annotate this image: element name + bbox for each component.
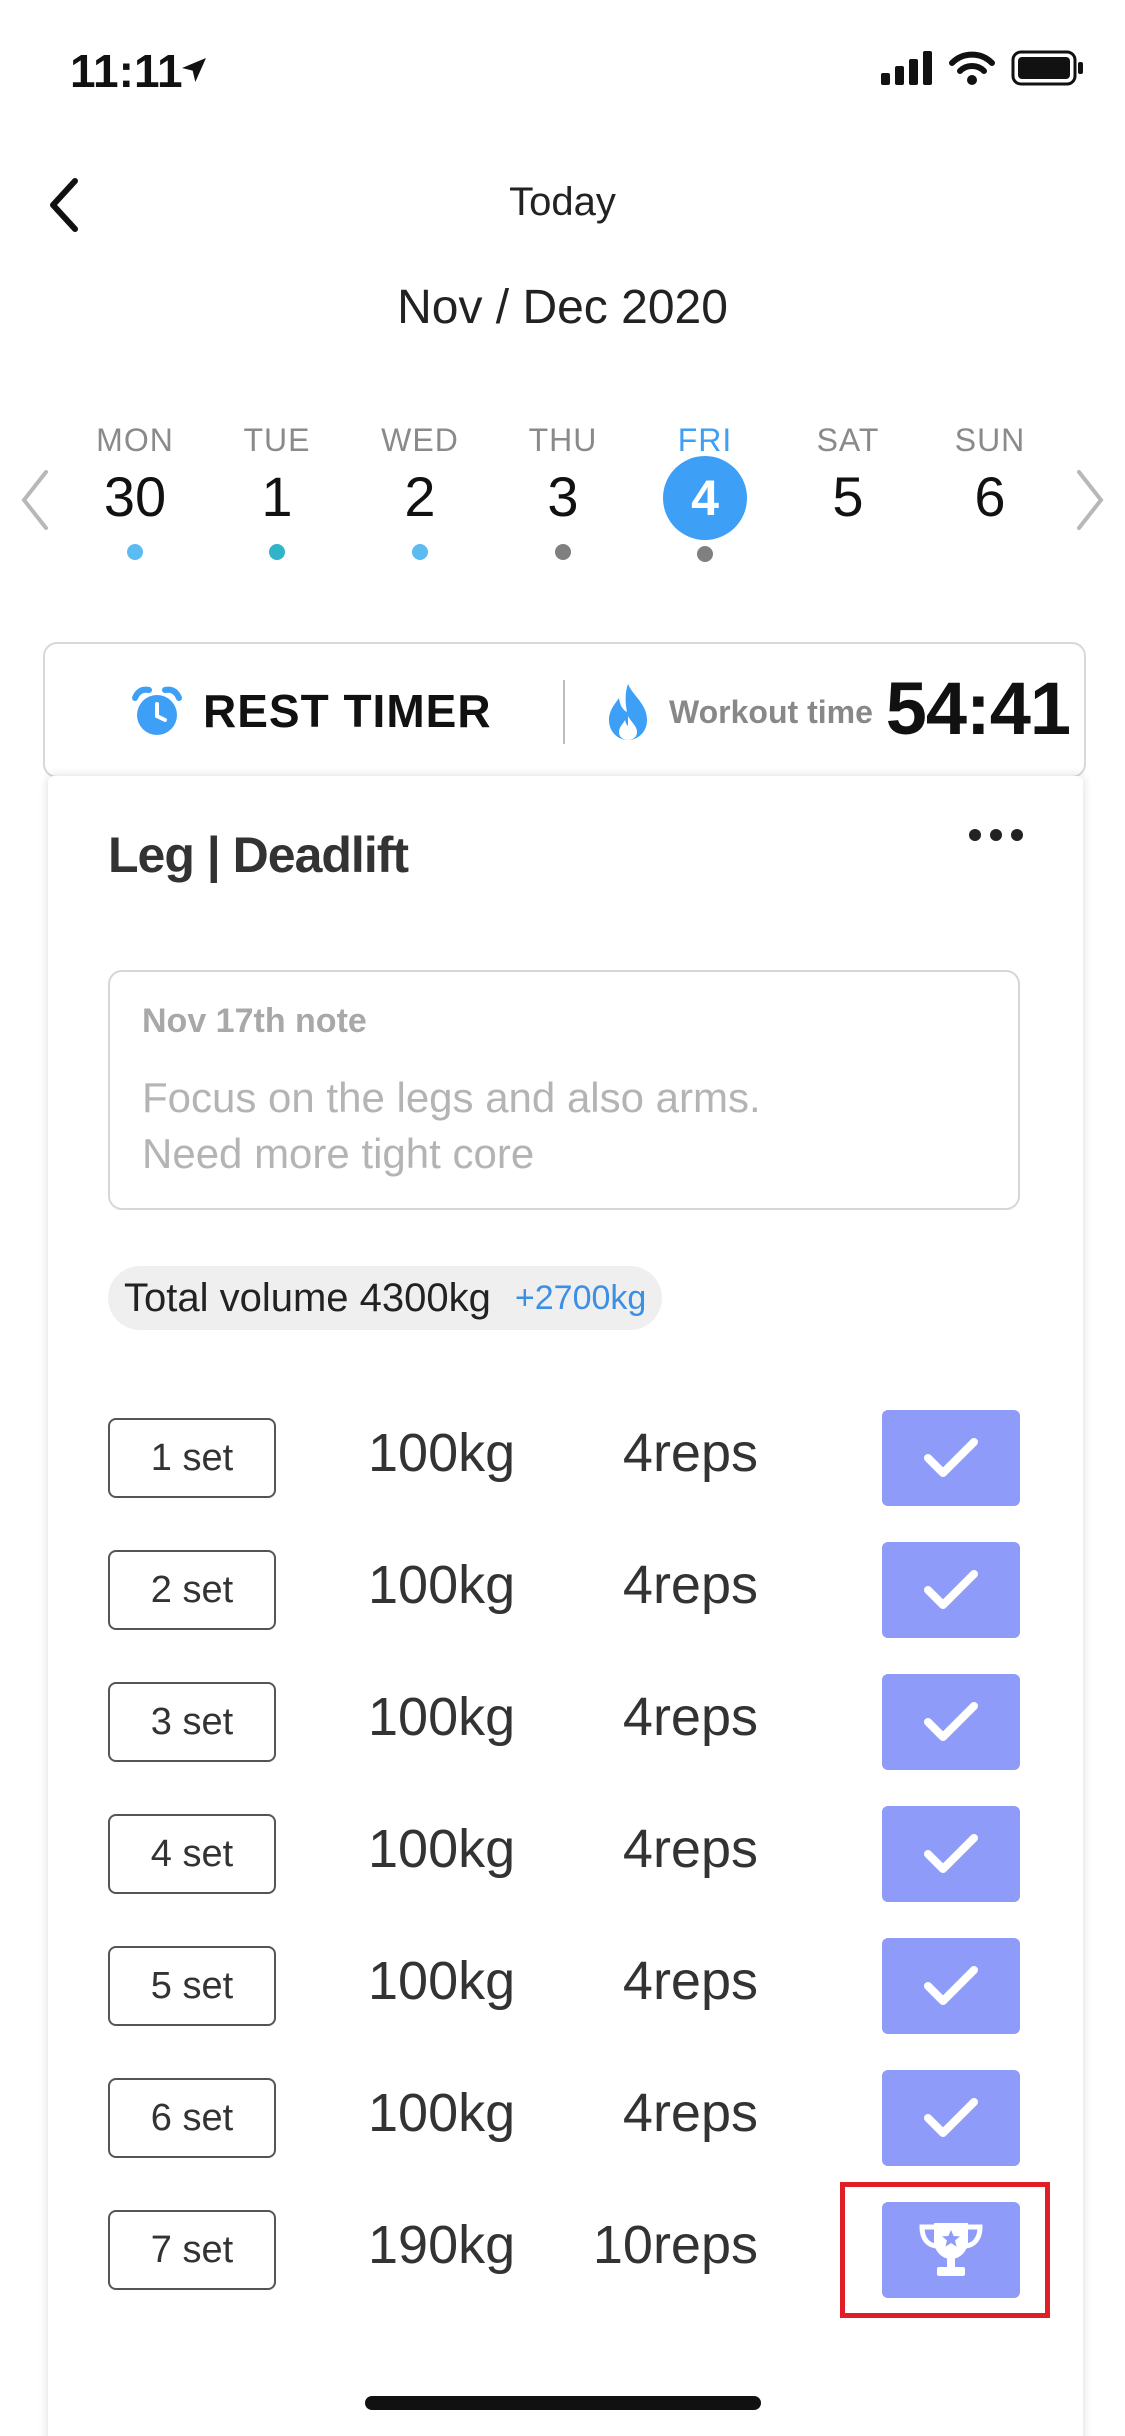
activity-dot <box>127 544 143 560</box>
day-fri-selected[interactable]: FRI 4 <box>650 420 760 570</box>
check-icon <box>924 1570 978 1609</box>
chevron-right-icon <box>1077 470 1104 530</box>
set-row: 1 set 100kg 4reps <box>108 1410 1020 1506</box>
timer-bar: REST TIMER Workout time 54:41 <box>43 642 1086 778</box>
volume-diff: +2700kg <box>514 1278 647 1317</box>
set-complete-button[interactable] <box>882 1410 1020 1506</box>
day-tue[interactable]: TUE 1 <box>222 420 332 570</box>
set-label[interactable]: 6 set <box>108 2078 276 2158</box>
total-volume-label: Total volume 4300kg <box>124 1275 491 1320</box>
exercise-card: Leg | Deadlift Nov 17th note Focus on th… <box>48 776 1083 2436</box>
day-number: 2 <box>404 465 436 528</box>
check-icon <box>924 1834 978 1873</box>
set-weight[interactable]: 100kg <box>368 1422 515 1484</box>
day-thu[interactable]: THU 3 <box>508 420 618 570</box>
status-bar: 11:11 <box>0 0 1125 140</box>
day-number: 6 <box>974 465 1006 528</box>
activity-dot <box>697 546 713 562</box>
flame-icon <box>609 684 647 740</box>
set-weight[interactable]: 100kg <box>368 1686 515 1748</box>
activity-dot <box>555 544 571 560</box>
note-line: Focus on the legs and also arms. <box>142 1074 761 1121</box>
set-weight[interactable]: 100kg <box>368 1950 515 2012</box>
more-options-button[interactable] <box>961 820 1031 850</box>
total-volume-badge: Total volume 4300kg +2700kg <box>108 1266 663 1330</box>
day-name: MON <box>96 422 174 458</box>
day-sat[interactable]: SAT 5 <box>793 420 903 570</box>
next-week-button[interactable] <box>1060 460 1120 540</box>
home-indicator[interactable] <box>365 2396 761 2410</box>
set-row: 5 set 100kg 4reps <box>108 1938 1020 2034</box>
set-reps[interactable]: 4reps <box>623 2082 758 2144</box>
day-name: THU <box>528 422 598 458</box>
day-sun[interactable]: SUN 6 <box>935 420 1045 570</box>
check-icon <box>924 2098 978 2137</box>
set-reps[interactable]: 4reps <box>623 1950 758 2012</box>
check-icon <box>924 1966 978 2005</box>
divider <box>563 680 565 744</box>
set-weight[interactable]: 190kg <box>368 2214 515 2276</box>
set-complete-button[interactable] <box>882 1674 1020 1770</box>
wifi-icon <box>949 51 995 85</box>
set-row: 4 set 100kg 4reps <box>108 1806 1020 1902</box>
check-icon <box>924 1702 978 1741</box>
activity-dot <box>269 544 285 560</box>
set-complete-button[interactable] <box>882 2070 1020 2166</box>
set-weight[interactable]: 100kg <box>368 1554 515 1616</box>
set-label[interactable]: 4 set <box>108 1814 276 1894</box>
set-reps[interactable]: 4reps <box>623 1554 758 1616</box>
day-wed[interactable]: WED 2 <box>365 420 475 570</box>
set-label[interactable]: 3 set <box>108 1682 276 1762</box>
set-complete-button[interactable] <box>882 1938 1020 2034</box>
location-arrow-icon <box>182 58 206 82</box>
note-text: Focus on the legs and also arms. Need mo… <box>142 1070 982 1182</box>
day-name: FRI <box>677 422 733 458</box>
chevron-left-icon <box>21 470 48 530</box>
day-name: SUN <box>954 422 1026 458</box>
set-row: 6 set 100kg 4reps <box>108 2070 1020 2166</box>
workout-time-label: Workout time <box>669 694 873 730</box>
day-number: 4 <box>663 456 747 540</box>
set-label[interactable]: 5 set <box>108 1946 276 2026</box>
set-complete-button[interactable] <box>882 1806 1020 1902</box>
set-weight[interactable]: 100kg <box>368 1818 515 1880</box>
activity-dot <box>412 544 428 560</box>
highlight-box <box>840 2182 1050 2318</box>
rest-timer-button[interactable]: REST TIMER <box>203 684 492 738</box>
workout-time-value: 54:41 <box>885 667 1071 750</box>
page-title: Today <box>509 180 616 224</box>
day-name: TUE <box>243 422 311 458</box>
week-strip: MON 30 TUE 1 WED 2 THU 3 FRI 4 SAT 5 SUN… <box>0 420 1125 580</box>
status-time: 11:11 <box>70 45 183 97</box>
note-line: Need more tight core <box>142 1130 535 1177</box>
day-name: WED <box>381 422 459 458</box>
alarm-clock-icon <box>132 686 182 735</box>
day-number: 5 <box>832 465 864 528</box>
set-weight[interactable]: 100kg <box>368 2082 515 2144</box>
set-label[interactable]: 2 set <box>108 1550 276 1630</box>
set-reps[interactable]: 10reps <box>593 2214 758 2276</box>
set-label[interactable]: 1 set <box>108 1418 276 1498</box>
set-label[interactable]: 7 set <box>108 2210 276 2290</box>
month-label: Nov / Dec 2020 <box>397 281 728 334</box>
check-icon <box>924 1438 978 1477</box>
previous-week-button[interactable] <box>5 460 65 540</box>
set-reps[interactable]: 4reps <box>623 1422 758 1484</box>
day-name: SAT <box>816 422 880 458</box>
battery-icon <box>1011 50 1083 86</box>
set-row: 3 set 100kg 4reps <box>108 1674 1020 1770</box>
set-reps[interactable]: 4reps <box>623 1686 758 1748</box>
set-reps[interactable]: 4reps <box>623 1818 758 1880</box>
set-row: 7 set 190kg 10reps <box>108 2182 1050 2318</box>
cellular-signal-icon <box>881 51 932 85</box>
note-box[interactable]: Nov 17th note Focus on the legs and also… <box>108 970 1020 1210</box>
set-complete-button[interactable] <box>882 1542 1020 1638</box>
note-header: Nov 17th note <box>142 1002 367 1040</box>
day-number: 1 <box>261 465 293 528</box>
set-row: 2 set 100kg 4reps <box>108 1542 1020 1638</box>
day-mon[interactable]: MON 30 <box>80 420 190 570</box>
day-number: 30 <box>103 465 167 528</box>
exercise-title: Leg | Deadlift <box>108 827 409 883</box>
day-number: 3 <box>547 465 579 528</box>
